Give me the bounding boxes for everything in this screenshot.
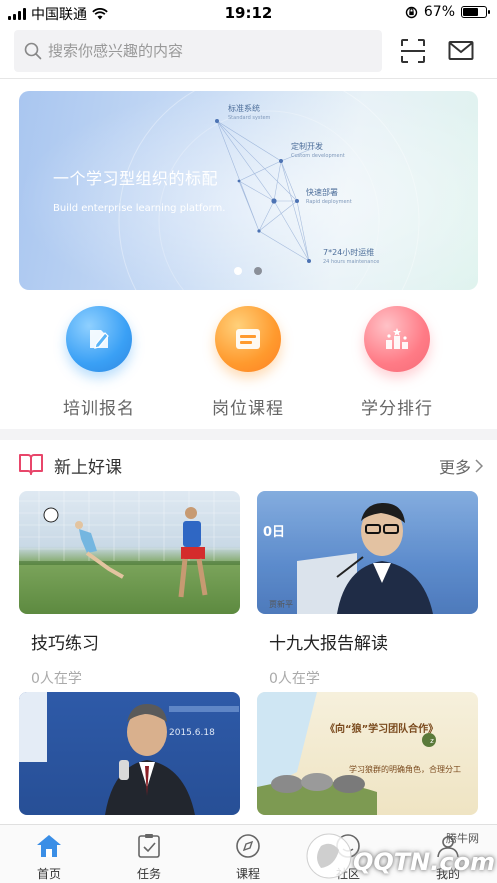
slide-subtitle: 学习狼群的明确角色，合理分工 (349, 765, 461, 774)
banner-subtitle: Build enterprise learning platform. (53, 203, 226, 214)
course-card[interactable]: 0日 贾新平 十九大报告解读 0人在学 (257, 491, 478, 688)
quick-entry-label: 学分排行 (361, 399, 433, 419)
battery-icon (461, 6, 490, 18)
watermark: 腾牛网 QQTN.com (291, 826, 495, 882)
carousel-indicator[interactable] (234, 267, 262, 275)
course-card[interactable]: 技巧练习 0人在学 (19, 491, 240, 688)
tab-tasks[interactable]: 任务 (119, 831, 179, 882)
banner-title: 一个学习型组织的标配 (53, 169, 219, 188)
slide-title: 《向“狼”学习团队合作》 (325, 724, 439, 735)
search-bar[interactable] (14, 30, 382, 72)
soccer-photo (19, 491, 240, 598)
quick-entry-label: 岗位课程 (212, 399, 284, 419)
tab-label: 课程 (235, 867, 260, 881)
tab-label: 任务 (136, 867, 161, 881)
node-label: 7*24小时运维 (323, 248, 375, 257)
course-card[interactable]: 2015.6.18 (19, 692, 240, 815)
wolf-team-slide: z (257, 692, 436, 815)
course-thumbnail: 0日 贾新平 (257, 491, 478, 614)
scan-icon[interactable] (400, 38, 426, 64)
thumb-overlay-text: 0日 (263, 525, 286, 540)
watermark-text: QQTN.com (353, 848, 496, 876)
course-learner-count: 0人在学 (269, 671, 320, 687)
node-label: 定制开发 (291, 142, 323, 151)
thumb-overlay-text: 2015.6.18 (169, 728, 215, 738)
ranking-icon (386, 328, 408, 349)
message-icon[interactable] (448, 38, 474, 64)
course-card[interactable]: z 《向“狼”学习团队合作》 学习狼群的明确角色，合理分工 (257, 692, 478, 815)
svg-text:z: z (430, 737, 434, 745)
course-title: 十九大报告解读 (269, 634, 388, 654)
job-courses-badge (215, 306, 281, 372)
battery-percent: 67% (423, 4, 455, 20)
section-title: 新上好课 (54, 458, 122, 478)
quick-entry-credit-ranking[interactable]: 学分排行 (342, 306, 452, 419)
search-icon (24, 42, 42, 60)
credit-ranking-badge (364, 306, 430, 372)
carousel-dot-active[interactable] (254, 267, 262, 275)
quick-entry-training-signup[interactable]: 培训报名 (44, 306, 154, 419)
course-thumbnail: z 《向“狼”学习团队合作》 学习狼群的明确角色，合理分工 (257, 692, 478, 815)
course-title: 技巧练习 (31, 634, 99, 654)
banner-carousel[interactable]: 一个学习型组织的标配 Build enterprise learning pla… (19, 91, 478, 290)
node-sublabel: Custom development (291, 153, 345, 159)
node-sublabel: Rapid deployment (306, 199, 352, 205)
tab-home[interactable]: 首页 (19, 831, 79, 882)
book-icon (19, 454, 43, 475)
course-learner-count: 0人在学 (31, 671, 82, 687)
task-icon (138, 834, 160, 858)
status-bar: 中国联通 19:12 67% (0, 0, 497, 26)
home-icon (37, 835, 61, 857)
tab-label: 首页 (36, 867, 61, 881)
orientation-lock-icon (405, 6, 418, 18)
edit-icon (90, 330, 109, 349)
status-right: 67% (405, 4, 490, 20)
more-link[interactable]: 更多 (439, 454, 483, 478)
quick-entry-job-courses[interactable]: 岗位课程 (193, 306, 303, 419)
node-sublabel: 24 hours maintenance (323, 259, 380, 265)
header-divider (0, 78, 497, 79)
more-label: 更多 (438, 458, 471, 477)
course-thumbnail (19, 491, 240, 614)
watermark-site: 腾牛网 (446, 832, 479, 845)
node-label: 标准系统 (228, 104, 260, 113)
compass-icon (236, 834, 260, 858)
carousel-dot[interactable] (234, 267, 242, 275)
battery-fill (463, 8, 478, 16)
quick-entry-label: 培训报名 (63, 399, 135, 419)
tab-courses[interactable]: 课程 (218, 831, 278, 882)
chevron-right-icon (475, 459, 483, 473)
training-signup-badge (66, 306, 132, 372)
lecturer-photo (19, 692, 239, 815)
search-input[interactable] (48, 42, 368, 60)
section-gap (0, 429, 497, 440)
speaker-photo (257, 491, 478, 614)
thumb-caption: 贾新平 (269, 600, 293, 609)
course-thumbnail: 2015.6.18 (19, 692, 240, 815)
node-label: 快速部署 (306, 188, 338, 197)
node-sublabel: Standard system (228, 115, 271, 121)
card-icon (236, 329, 260, 349)
